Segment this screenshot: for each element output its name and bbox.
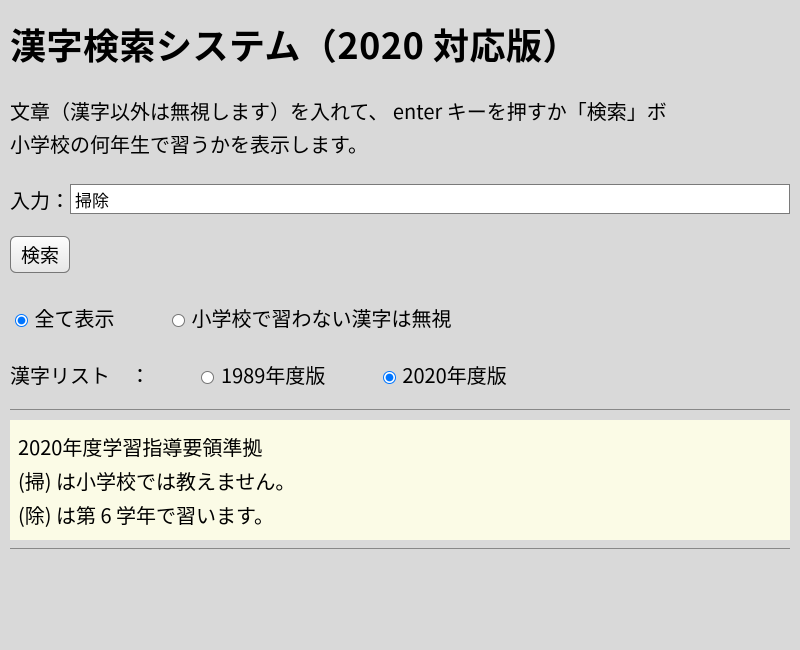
list-label: 漢字リスト ： [10, 360, 150, 389]
radio-all-text: 全て表示 [34, 303, 114, 332]
radio-ignore-text: 小学校で習わない漢字は無視 [191, 303, 451, 332]
radio-1989-label[interactable]: 1989年度版 [196, 360, 329, 389]
radio-2020-text: 2020年度版 [402, 360, 506, 389]
input-row: 入力： [10, 184, 790, 214]
radio-2020[interactable] [383, 371, 396, 384]
radio-1989[interactable] [201, 371, 214, 384]
radio-2020-label[interactable]: 2020年度版 [378, 360, 507, 389]
radio-all[interactable] [15, 314, 28, 327]
list-version-group: 漢字リスト ： 1989年度版 2020年度版 [10, 360, 790, 389]
radio-all-label[interactable]: 全て表示 [10, 303, 119, 332]
result-header: 2020年度学習指導要領準拠 [18, 430, 782, 464]
radio-ignore[interactable] [172, 314, 185, 327]
result-line: (除) は第 6 学年で習います。 [18, 498, 782, 532]
search-input[interactable] [70, 184, 790, 214]
description: 文章（漢字以外は無視します）を入れて、 enter キーを押すか「検索」ボ 小学… [10, 94, 790, 160]
result-line: (掃) は小学校では教えません。 [18, 464, 782, 498]
button-row: 検索 [10, 236, 790, 273]
result-box: 2020年度学習指導要領準拠 (掃) は小学校では教えません。 (除) は第 6… [10, 420, 790, 540]
page-title: 漢字検索システム（2020 対応版） [10, 18, 790, 70]
divider-top [10, 409, 790, 410]
display-filter-group: 全て表示 小学校で習わない漢字は無視 [10, 303, 790, 332]
search-button[interactable]: 検索 [10, 236, 70, 273]
radio-1989-text: 1989年度版 [221, 360, 325, 389]
description-line-1: 文章（漢字以外は無視します）を入れて、 enter キーを押すか「検索」ボ [10, 96, 667, 125]
description-line-2: 小学校の何年生で習うかを表示します。 [10, 129, 368, 158]
divider-bottom [10, 548, 790, 549]
input-label: 入力： [10, 185, 70, 214]
radio-ignore-label[interactable]: 小学校で習わない漢字は無視 [167, 303, 451, 332]
